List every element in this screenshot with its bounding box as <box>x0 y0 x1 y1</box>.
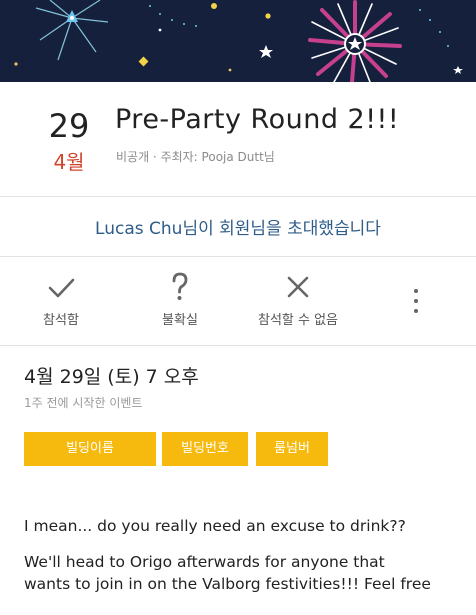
more-vertical-icon <box>414 289 418 293</box>
event-date-block: 29 4월 <box>34 106 104 176</box>
rsvp-going-label: 참석함 <box>43 313 79 328</box>
rsvp-maybe-button[interactable]: 불확실 <box>146 270 214 328</box>
rsvp-cant-go-label: 참석할 수 없음 <box>257 313 339 328</box>
event-title: Pre-Party Round 2!!! <box>115 104 400 135</box>
event-host-line[interactable]: 비공개 · 주최자: Pooja Dutt님 <box>116 148 275 165</box>
rsvp-maybe-label: 불확실 <box>162 313 198 328</box>
rsvp-going-button[interactable]: 참석함 <box>30 270 92 328</box>
question-icon <box>146 270 214 304</box>
event-datetime[interactable]: 4월 29일 (토) 7 오후 <box>24 362 199 389</box>
description-line: We'll head to Origo afterwards for anyon… <box>24 553 385 571</box>
more-options-button[interactable] <box>404 286 428 316</box>
invite-message: Lucas Chu님이 회원님을 초대했습니다 <box>95 219 381 239</box>
more-vertical-icon <box>414 299 418 303</box>
more-vertical-icon <box>414 309 418 313</box>
check-icon <box>30 270 92 304</box>
event-description: I mean... do you really need an excuse t… <box>24 515 464 609</box>
event-started-note: 1주 전에 시작한 이벤트 <box>24 396 143 410</box>
event-day: 29 <box>48 107 90 145</box>
building-name-tag[interactable]: 빌딩이름 <box>24 432 156 466</box>
room-number-tag[interactable]: 룸넘버 <box>256 432 328 466</box>
event-month: 4월 <box>53 150 85 174</box>
description-line: wants to join in on the Valborg festivit… <box>24 575 431 593</box>
divider <box>0 196 476 197</box>
event-cover-banner <box>0 0 476 82</box>
description-line: I mean... do you really need an excuse t… <box>24 517 406 535</box>
building-number-tag[interactable]: 빌딩번호 <box>162 432 248 466</box>
divider <box>0 256 476 257</box>
x-icon <box>248 270 348 304</box>
divider <box>0 345 476 346</box>
rsvp-cant-go-button[interactable]: 참석할 수 없음 <box>248 270 348 328</box>
fireworks-illustration <box>14 0 463 82</box>
